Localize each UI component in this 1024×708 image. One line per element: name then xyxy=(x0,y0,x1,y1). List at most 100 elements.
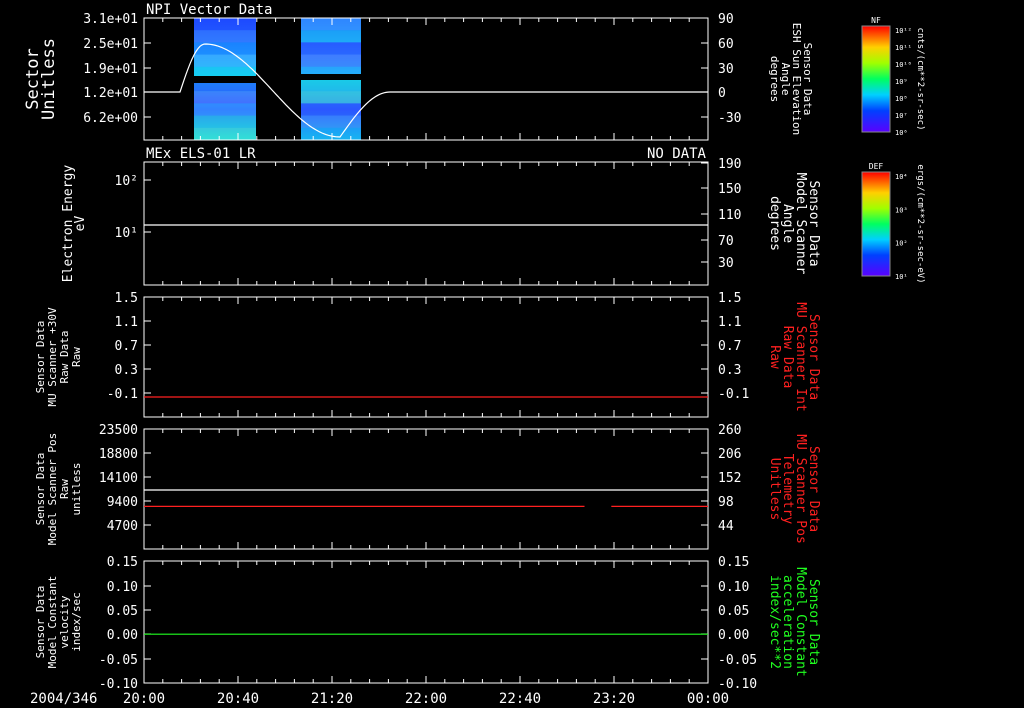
y-tick-label: 23500 xyxy=(99,423,138,438)
right-y-axis-label: Sensor DataMU Scanner IntRaw DataRaw xyxy=(767,302,821,412)
time-tick-label: 00:00 xyxy=(687,691,729,707)
panel-4: 23500 18800 14100 9400 4700 260 206 152 98 44 Sens… xyxy=(34,423,821,550)
y-tick-label: 4700 xyxy=(107,519,138,534)
right-y-axis-label-line: index/sec**2 xyxy=(767,575,782,669)
y-tick-label: -0.1 xyxy=(107,387,138,402)
y-tick-label: 0.10 xyxy=(107,580,138,595)
colorbar-tick-label: 10⁶ xyxy=(895,129,908,137)
time-tick-label: 21:20 xyxy=(311,691,353,707)
right-y-tick-label: 90 xyxy=(718,12,734,27)
right-y-tick-label: 98 xyxy=(718,495,734,510)
y-tick-label: -0.10 xyxy=(99,677,138,692)
panel-frame xyxy=(143,161,709,286)
colorbar-gradient xyxy=(861,171,891,277)
y-tick-label: 18800 xyxy=(99,447,138,462)
y-tick-label: 1.5 xyxy=(115,291,138,306)
heatmap-stripe xyxy=(194,127,256,140)
colorbar-tick-label: 10¹ xyxy=(895,273,908,281)
right-y-axis-label: Sensor DataMU Scanner PosTelemetryUnitle… xyxy=(767,434,821,544)
stacked-time-series-plot: 3.1e+01 2.5e+01 1.9e+01 1.2e+01 6.2e+00 90 60 3… xyxy=(23,2,925,707)
right-y-tick-label: 190 xyxy=(718,157,741,172)
colorbar-tick-label: 10⁹ xyxy=(895,78,908,86)
colorbar-name: DEF xyxy=(869,162,884,171)
y-axis-label-line: unitless xyxy=(70,463,83,516)
colorbar-def: DEF 10⁴ 10³ 10² 10¹ ergs/(cm**2-sr-sec-eV) xyxy=(861,162,925,284)
time-axis-start-label: 2004/346 xyxy=(30,691,97,707)
y-tick-label: 0.05 xyxy=(107,604,138,619)
right-y-tick-label: 0.00 xyxy=(718,628,749,643)
y-axis-label-line: eV xyxy=(73,216,88,232)
colorbar-name: NF xyxy=(871,16,881,25)
right-y-tick-label: 30 xyxy=(718,256,734,271)
y-axis-label: SectorUnitless xyxy=(23,38,59,120)
y-tick-label: 0.3 xyxy=(115,363,138,378)
right-y-axis-label: Sensor DataModel Constantaccelerationind… xyxy=(767,567,821,677)
heatmap-stripe xyxy=(301,79,361,92)
right-y-tick-label: 150 xyxy=(718,182,741,197)
y-tick-label: 0.15 xyxy=(107,555,138,570)
right-y-tick-label: 260 xyxy=(718,423,741,438)
y-tick-label: 9400 xyxy=(107,495,138,510)
y-axis-label: Electron EnergyeV xyxy=(61,165,88,283)
right-y-tick-label: 1.1 xyxy=(718,315,741,330)
y-axis-label: Sensor Data MU Scanner +30V Raw Data Raw xyxy=(34,307,83,407)
panel-frame xyxy=(143,560,709,684)
panel-2: 10² 10¹ 190 150 110 70 30 MEx ELS-01 LR NO DATA E… xyxy=(61,146,821,286)
y-tick-label: 3.1e+01 xyxy=(83,12,138,27)
panel-frame xyxy=(143,428,709,550)
panel-title: MEx ELS-01 LR xyxy=(146,146,256,162)
y-tick-label: 1.2e+01 xyxy=(83,86,138,101)
time-tick-label: 20:40 xyxy=(217,691,259,707)
colorbar-unit-label: ergs/(cm**2-sr-sec-eV) xyxy=(915,164,925,283)
right-y-tick-label: 0 xyxy=(718,86,726,101)
y-axis-label-line: index/sec xyxy=(70,592,83,652)
time-tick-label: 22:00 xyxy=(405,691,447,707)
y-tick-label: 14100 xyxy=(99,471,138,486)
time-tick-label: 23:20 xyxy=(593,691,635,707)
heatmap-stripe xyxy=(301,42,361,55)
right-y-tick-label: 30 xyxy=(718,62,734,77)
panel-5: 0.15 0.10 0.05 0.00 -0.05 -0.10 0.15 0.10 0.05 0.… xyxy=(34,555,821,692)
time-tick-label: 22:40 xyxy=(499,691,541,707)
right-y-tick-label: 1.5 xyxy=(718,291,741,306)
heatmap-stripe xyxy=(301,30,361,43)
colorbar-tick-label: 10⁸ xyxy=(895,95,908,103)
heatmap-gap xyxy=(194,76,256,83)
colorbar-unit-label: cnts/(cm**2-sr-sec) xyxy=(915,28,925,131)
colorbar-nf: NF 10¹² 10¹¹ 10¹⁰ 10⁹ 10⁸ 10⁷ 10⁶ cnts/(cm**2-sr… xyxy=(861,16,925,137)
y-tick-label: 6.2e+00 xyxy=(83,111,138,126)
right-y-tick-label: 0.10 xyxy=(718,580,749,595)
heatmap-blocks xyxy=(194,18,361,140)
heatmap-stripe xyxy=(301,54,361,67)
y-tick-label: 1.1 xyxy=(115,315,138,330)
right-y-tick-label: 0.7 xyxy=(718,339,741,354)
right-y-tick-label: 152 xyxy=(718,471,741,486)
colorbar-unit: ergs/(cm**2-sr-sec-eV) xyxy=(915,164,925,283)
panel-1: 3.1e+01 2.5e+01 1.9e+01 1.2e+01 6.2e+00 90 60 3… xyxy=(23,2,814,141)
colorbar-tick-label: 10¹¹ xyxy=(895,44,912,52)
y-axis-label: Sensor Data Model Constant velocity index/s… xyxy=(34,576,83,669)
time-tick-label: 20:00 xyxy=(123,691,165,707)
right-y-tick-label: 110 xyxy=(718,208,741,223)
y-tick-label: 10¹ xyxy=(115,226,138,241)
colorbar-tick-label: 10¹² xyxy=(895,27,912,35)
right-y-axis-label-line: Raw xyxy=(767,345,782,369)
y-axis-label-line: Raw xyxy=(70,347,83,367)
right-y-tick-label: 70 xyxy=(718,234,734,249)
right-y-tick-label: 0.15 xyxy=(718,555,749,570)
y-tick-label: 2.5e+01 xyxy=(83,37,138,52)
right-y-tick-label: 206 xyxy=(718,447,741,462)
right-y-axis-label: Sensor DataESH Sun ElevationAngledegrees xyxy=(768,23,814,136)
colorbar-tick-label: 10² xyxy=(895,240,908,248)
panel-status: NO DATA xyxy=(647,146,707,162)
colorbar-tick-label: 10¹⁰ xyxy=(895,61,912,69)
y-tick-label: 10² xyxy=(115,174,138,189)
y-tick-label: 1.9e+01 xyxy=(83,62,138,77)
heatmap-stripe xyxy=(301,103,361,116)
colorbar-gradient xyxy=(861,25,891,133)
right-y-tick-label: -0.1 xyxy=(718,387,749,402)
y-tick-label: 0.7 xyxy=(115,339,138,354)
panel-3: 1.5 1.1 0.7 0.3 -0.1 1.5 1.1 0.7 0.3 -0.1 Sensor D… xyxy=(34,291,821,418)
heatmap-stripe xyxy=(301,127,361,140)
right-y-tick-label: 44 xyxy=(718,519,734,534)
